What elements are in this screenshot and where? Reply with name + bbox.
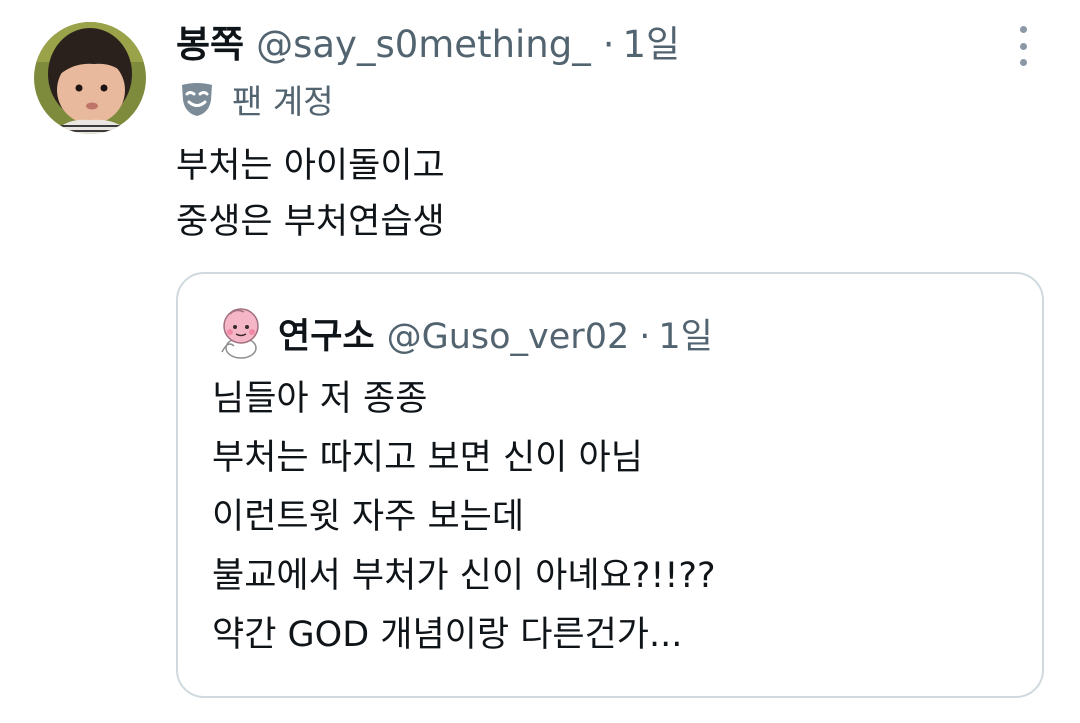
avatar[interactable]	[34, 22, 146, 134]
tweet-text-line: 중생은 부처연습생	[176, 202, 445, 242]
quoted-avatar[interactable]	[216, 306, 266, 360]
fan-account-label: 팬 계정	[232, 82, 334, 121]
more-options-button[interactable]	[1008, 26, 1038, 66]
quoted-text-line: 불교에서 부처가 신이 아녜요?!!??	[212, 556, 716, 596]
timestamp[interactable]: 1일	[623, 14, 681, 68]
tweet-header: 봉쪽 @say_s0mething_ · 1일	[176, 14, 680, 70]
quoted-text-line: 약간 GOD 개념이랑 다른건가...	[212, 615, 683, 655]
quoted-display-name[interactable]: 연구소	[278, 308, 375, 359]
display-name[interactable]: 봉쪽	[176, 14, 244, 68]
theater-mask-icon	[182, 83, 212, 116]
quoted-user-handle[interactable]: @Guso_ver02	[387, 317, 630, 357]
user-handle[interactable]: @say_s0mething_	[256, 23, 591, 66]
quoted-tweet-card[interactable]: 연구소 @Guso_ver02 · 1일 님들아 저 종종 부처는 따지고 보면…	[176, 272, 1044, 698]
tweet-view: 봉쪽 @say_s0mething_ · 1일 팬 계정 부처는 아이돌이고 중…	[0, 0, 1080, 723]
quoted-separator-dot: ·	[639, 317, 651, 357]
separator-dot: ·	[602, 23, 615, 66]
tweet-text-line: 부처는 아이돌이고	[176, 146, 445, 186]
quoted-timestamp[interactable]: 1일	[658, 308, 712, 359]
quoted-tweet-text: 님들아 저 종종 부처는 따지고 보면 신이 아님 이런트윗 자주 보는데 불교…	[212, 370, 716, 665]
quoted-header: 연구소 @Guso_ver02 · 1일	[278, 308, 713, 359]
avatar-image	[34, 22, 146, 134]
quoted-text-line: 이런트윗 자주 보는데	[212, 497, 525, 537]
quoted-text-line: 님들아 저 종종	[212, 379, 428, 419]
fan-account-badge: 팬 계정	[178, 78, 334, 121]
tweet-text: 부처는 아이돌이고 중생은 부처연습생	[176, 138, 445, 250]
more-vertical-icon	[1019, 26, 1027, 33]
quoted-text-line: 부처는 따지고 보면 신이 아님	[212, 438, 643, 478]
quoted-avatar-image	[221, 308, 259, 359]
